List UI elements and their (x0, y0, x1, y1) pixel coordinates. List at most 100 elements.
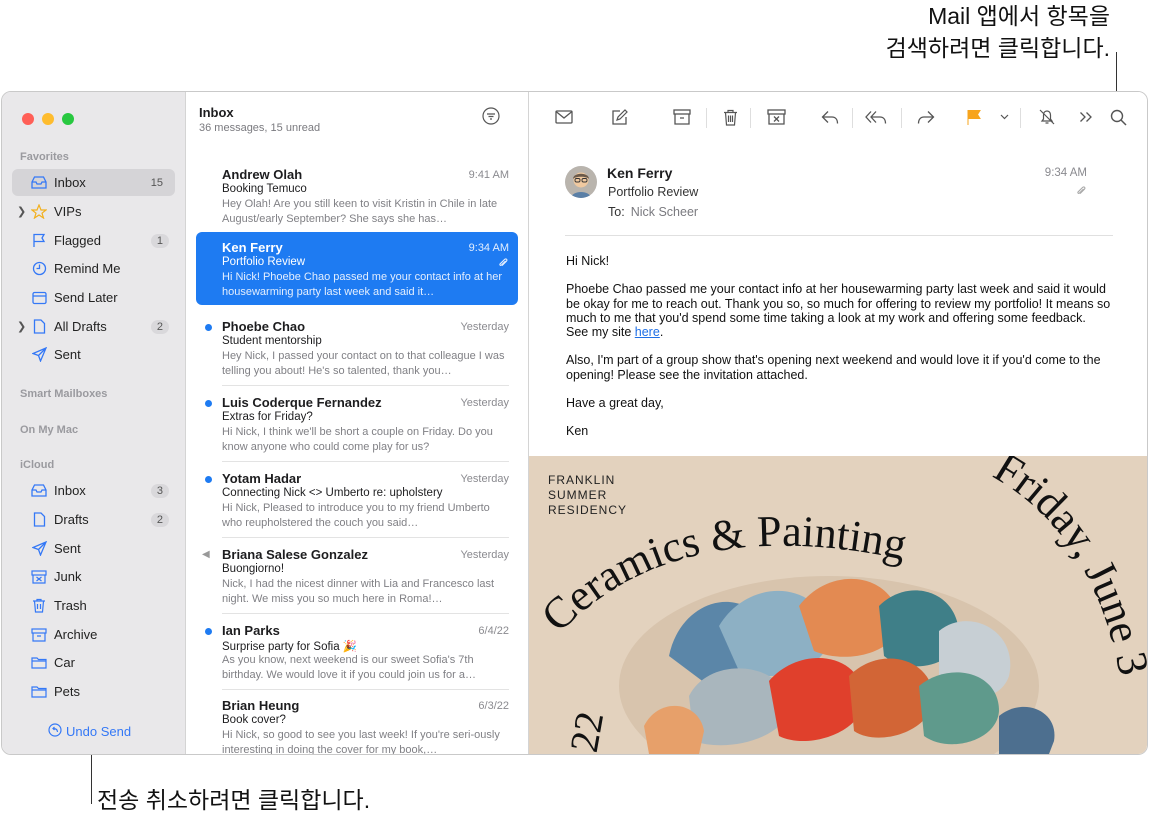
sidebar-item-vips[interactable]: ❯ VIPs (12, 198, 175, 225)
message-preview: Hi Nick! Phoebe Chao passed me your cont… (222, 271, 503, 298)
flag-icon[interactable] (963, 106, 985, 128)
message-row[interactable]: Ian Parks 6/4/22 Surprise party for Sofi… (196, 615, 518, 690)
sidebar-item-send-later[interactable]: Send Later (12, 284, 175, 311)
chevron-down-icon[interactable] (993, 106, 1015, 128)
undo-callout: 전송 취소하려면 클릭합니다. (97, 787, 371, 813)
sidebar-item-icloud-sent[interactable]: Sent (12, 535, 175, 562)
message-row[interactable]: Yotam Hadar Yesterday Connecting Nick <>… (196, 463, 518, 538)
message-row[interactable]: Brian Heung 6/3/22 Book cover? Hi Nick, … (196, 690, 518, 755)
sidebar-item-remind-me[interactable]: Remind Me (12, 255, 175, 282)
message-preview: Nick, I had the nicest dinner with Lia a… (222, 578, 495, 605)
message-time: 6/4/22 (478, 625, 509, 637)
minimize-button[interactable] (42, 113, 54, 125)
mailbox-subtitle: 36 messages, 15 unread (199, 122, 321, 134)
document-icon (30, 512, 48, 527)
message-time: Yesterday (460, 321, 509, 333)
message-sender: Brian Heung (222, 698, 300, 713)
flag-icon (30, 233, 48, 248)
message-sender: Ken Ferry (222, 240, 283, 255)
compose-icon[interactable] (608, 106, 630, 128)
message-body: Hi Nick! Phoebe Chao passed me your cont… (566, 254, 1111, 453)
junk-icon[interactable] (765, 106, 787, 128)
message-preview: Hi Nick, so good to see you last week! I… (222, 729, 500, 755)
drafts-count: 2 (150, 319, 169, 334)
message-preview: Hey Olah! Are you still keen to visit Kr… (222, 198, 498, 225)
more-toolbar-icon[interactable] (1075, 106, 1097, 128)
reading-pane: Ken Ferry Portfolio Review To: Nick Schee… (529, 92, 1147, 754)
message-time: Yesterday (460, 397, 509, 409)
sidebar-item-label: Pets (54, 684, 81, 699)
sidebar-item-icloud-inbox[interactable]: Inbox 3 (12, 477, 175, 504)
reply-all-icon[interactable] (865, 106, 887, 128)
body-paragraph-2: Also, I'm part of a group show that's op… (566, 353, 1101, 382)
sidebar-item-label: Archive (54, 627, 98, 642)
message-sender: Ian Parks (222, 623, 280, 638)
message-row[interactable]: Andrew Olah 9:41 AM Booking Temuco Hey O… (196, 159, 518, 234)
sidebar-item-label: Drafts (54, 512, 89, 527)
on-my-mac-header[interactable]: On My Mac (20, 424, 78, 436)
avatar (565, 166, 597, 198)
folder-icon (30, 656, 48, 669)
sidebar-item-trash[interactable]: Trash (12, 592, 175, 619)
drafts-count: 2 (150, 512, 169, 527)
message-time: Yesterday (460, 473, 509, 485)
message-sender: Yotam Hadar (222, 471, 302, 486)
reply-icon[interactable] (819, 106, 841, 128)
message-preview: Hi Nick, I think we'll be short a couple… (222, 426, 493, 453)
sidebar-item-all-drafts[interactable]: ❯ All Drafts 2 (12, 313, 175, 340)
undo-leader-line (91, 748, 92, 804)
recipient-name[interactable]: Nick Scheer (631, 205, 698, 219)
paperplane-icon (30, 347, 48, 362)
sidebar-item-car[interactable]: Car (12, 649, 175, 676)
search-icon[interactable] (1107, 106, 1129, 128)
message-subject: Student mentorship (222, 335, 322, 347)
smart-mailboxes-header[interactable]: Smart Mailboxes (20, 388, 107, 400)
sidebar-item-label: Flagged (54, 233, 101, 248)
message-row-selected[interactable]: Ken Ferry 9:34 AM Portfolio Review Hi Ni… (196, 232, 518, 305)
message-time-header: 9:34 AM (1044, 167, 1087, 179)
message-row[interactable]: Luis Coderque Fernandez Yesterday Extras… (196, 387, 518, 462)
toolbar-divider (1020, 108, 1021, 128)
header-divider (565, 235, 1113, 236)
message-subject: Portfolio Review (222, 256, 306, 268)
message-row[interactable]: Phoebe Chao Yesterday Student mentorship… (196, 311, 518, 386)
sidebar-item-icloud-drafts[interactable]: Drafts 2 (12, 506, 175, 533)
clock-icon (30, 261, 48, 276)
sidebar-item-flagged[interactable]: Flagged 1 (12, 227, 175, 254)
archive-icon (30, 627, 48, 642)
sidebar-item-inbox[interactable]: Inbox 15 (12, 169, 175, 196)
envelope-icon[interactable] (553, 106, 575, 128)
unread-count: 15 (150, 176, 163, 189)
sidebar-item-label: All Drafts (54, 319, 107, 334)
message-sender: Briana Salese Gonzalez (222, 547, 368, 562)
sidebar-item-archive[interactable]: Archive (12, 621, 175, 648)
replied-icon: ◀ (202, 549, 210, 560)
paperplane-icon (30, 541, 48, 556)
message-row[interactable]: ◀ Briana Salese Gonzalez Yesterday Buong… (196, 539, 518, 614)
forward-icon[interactable] (915, 106, 937, 128)
message-list: Inbox 36 messages, 15 unread Andrew Olah… (186, 92, 529, 754)
icloud-header[interactable]: iCloud (20, 459, 54, 471)
paragraph-end: . (659, 325, 664, 340)
star-icon (30, 204, 48, 219)
zoom-button[interactable] (62, 113, 74, 125)
filter-icon[interactable] (482, 107, 500, 130)
site-link[interactable]: here (635, 325, 660, 339)
sidebar-item-junk[interactable]: Junk (12, 563, 175, 590)
sidebar-item-sent[interactable]: Sent (12, 341, 175, 368)
undo-send-button[interactable]: Undo Send (48, 723, 131, 740)
chevron-right-icon[interactable]: ❯ (17, 205, 26, 218)
row-divider (222, 461, 509, 462)
trash-icon[interactable] (719, 106, 741, 128)
chevron-right-icon[interactable]: ❯ (17, 320, 26, 333)
close-button[interactable] (22, 113, 34, 125)
toolbar-divider (750, 108, 751, 128)
invitation-image: FRANKLIN SUMMER RESIDENCY Ceramics & Pai… (529, 456, 1147, 754)
mute-bell-icon[interactable] (1036, 106, 1058, 128)
unread-dot (205, 628, 212, 635)
archive-icon[interactable] (671, 106, 693, 128)
message-preview: Hi Nick, Pleased to introduce you to my … (222, 502, 490, 529)
sidebar-item-pets[interactable]: Pets (12, 678, 175, 705)
signature: Ken (566, 424, 589, 439)
sidebar: Favorites Inbox 15 ❯ VIPs Flagged 1 Remi… (2, 92, 186, 754)
